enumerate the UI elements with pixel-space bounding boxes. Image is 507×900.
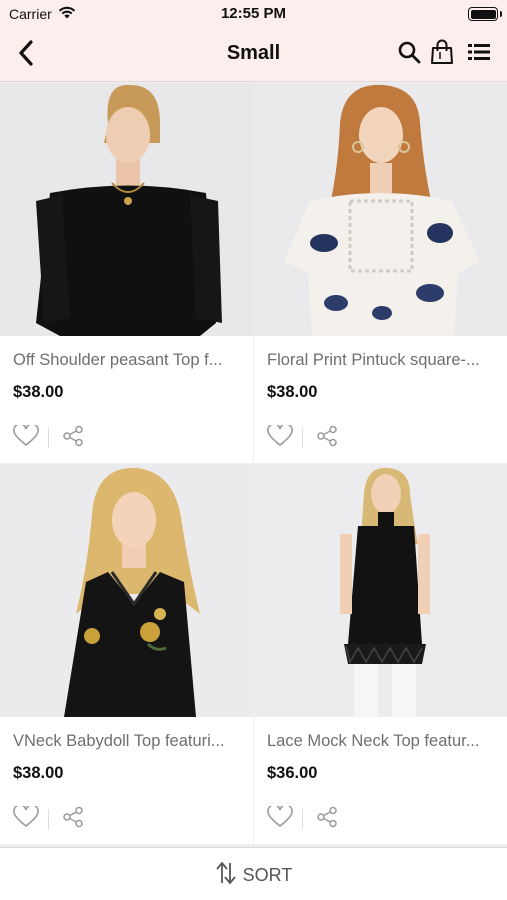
product-image[interactable]	[0, 464, 253, 717]
heart-icon	[267, 803, 293, 833]
product-price: $38.00	[267, 383, 318, 401]
search-button[interactable]	[395, 40, 423, 68]
sort-label: SORT	[242, 865, 293, 885]
product-image[interactable]	[0, 83, 253, 336]
product-card[interactable]: Off Shoulder peasant Top f... $38.00	[0, 83, 253, 463]
share-button[interactable]	[312, 423, 342, 453]
product-title[interactable]: Off Shoulder peasant Top f...	[13, 351, 243, 370]
product-price: $38.00	[13, 383, 64, 401]
list-view-button[interactable]	[465, 40, 493, 68]
battery-nub	[499, 11, 502, 17]
action-divider	[302, 809, 303, 829]
product-image[interactable]	[254, 464, 507, 717]
product-title[interactable]: VNeck Babydoll Top featuri...	[13, 732, 243, 751]
battery-icon	[468, 7, 502, 21]
product-card[interactable]: Floral Print Pintuck square-... $38.00	[254, 83, 507, 463]
product-title[interactable]: Floral Print Pintuck square-...	[267, 351, 497, 370]
chevron-left-icon	[18, 39, 34, 71]
sort-bar: SORT	[0, 847, 507, 900]
share-icon	[62, 425, 84, 452]
heart-icon	[13, 803, 39, 833]
share-button[interactable]	[312, 804, 342, 834]
action-divider	[48, 809, 49, 829]
search-icon	[397, 40, 421, 69]
product-price: $36.00	[267, 764, 318, 782]
action-divider	[302, 428, 303, 448]
action-divider	[48, 428, 49, 448]
back-button[interactable]	[10, 38, 42, 72]
sort-button[interactable]: SORT	[0, 861, 507, 890]
status-time: 12:55 PM	[220, 5, 287, 22]
share-icon	[316, 806, 338, 833]
shopping-bag-icon	[430, 39, 454, 70]
cart-button[interactable]	[428, 39, 456, 70]
list-view-icon	[468, 43, 490, 66]
product-card[interactable]: Lace Mock Neck Top featur... $36.00	[254, 464, 507, 844]
status-bar: Carrier 12:55 PM	[0, 0, 507, 30]
product-price: $38.00	[13, 764, 64, 782]
share-button[interactable]	[58, 423, 88, 453]
wishlist-button[interactable]	[265, 803, 295, 834]
share-button[interactable]	[58, 804, 88, 834]
wishlist-button[interactable]	[11, 422, 41, 453]
product-card[interactable]: VNeck Babydoll Top featuri... $38.00	[0, 464, 253, 844]
wishlist-button[interactable]	[11, 803, 41, 834]
product-title[interactable]: Lace Mock Neck Top featur...	[267, 732, 497, 751]
product-image[interactable]	[254, 83, 507, 336]
battery-fill	[470, 9, 496, 19]
nav-bar: Small	[0, 30, 507, 82]
share-icon	[316, 425, 338, 452]
share-icon	[62, 806, 84, 833]
heart-icon	[13, 422, 39, 452]
heart-icon	[267, 422, 293, 452]
wishlist-button[interactable]	[265, 422, 295, 453]
sort-arrows-icon	[215, 861, 237, 890]
